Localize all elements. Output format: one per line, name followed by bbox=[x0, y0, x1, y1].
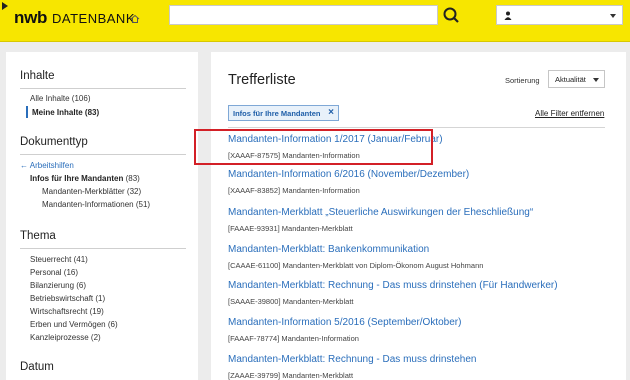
result-item: Mandanten-Information 6/2016 (November/D… bbox=[228, 169, 608, 195]
filter-item-merkblaetter[interactable]: Mandanten-Merkblätter (32) bbox=[42, 187, 141, 196]
result-meta: [SAAAE-39800] Mandanten-Merkblatt bbox=[228, 297, 354, 306]
corner-marker-icon bbox=[2, 2, 8, 10]
filter-item-thema[interactable]: Wirtschaftsrecht (19) bbox=[30, 307, 104, 316]
divider bbox=[20, 88, 186, 89]
filter-chip: Infos für Ihre Mandanten × bbox=[228, 105, 339, 121]
sort-value: Aktualität bbox=[555, 75, 586, 84]
result-title-link[interactable]: Mandanten-Information 6/2016 (November/D… bbox=[228, 169, 608, 180]
filter-sidebar: Inhalte Alle Inhalte (106) Meine Inhalte… bbox=[6, 52, 198, 380]
filter-item-thema[interactable]: Erben und Vermögen (6) bbox=[30, 320, 118, 329]
user-icon bbox=[504, 11, 512, 20]
result-meta: [ZAAAE-39799] Mandanten-Merkblatt bbox=[228, 371, 354, 380]
highlight-annotation bbox=[194, 129, 433, 165]
sort-label: Sortierung bbox=[505, 76, 540, 85]
result-meta: [XAAAF-83852] Mandanten-Information bbox=[228, 186, 360, 195]
filter-item-count: (83) bbox=[125, 174, 140, 183]
result-title-link[interactable]: Mandanten-Merkblatt: Bankenkommunikation bbox=[228, 244, 608, 255]
divider bbox=[20, 248, 186, 249]
result-item: Mandanten-Merkblatt „Steuerliche Auswirk… bbox=[228, 207, 608, 233]
section-title-inhalte: Inhalte bbox=[20, 70, 55, 82]
result-item: Mandanten-Merkblatt: Rechnung - Das muss… bbox=[228, 354, 608, 380]
result-item: Mandanten-Merkblatt: Bankenkommunikation… bbox=[228, 244, 608, 270]
logo[interactable]: nwb bbox=[14, 8, 47, 28]
search-icon bbox=[443, 7, 459, 23]
logo-subtitle[interactable]: DATENBANK bbox=[52, 11, 135, 26]
filter-item-informationen[interactable]: Mandanten-Informationen (51) bbox=[42, 200, 150, 209]
home-icon[interactable] bbox=[130, 14, 140, 24]
filter-item-thema[interactable]: Betriebswirtschaft (1) bbox=[30, 294, 105, 303]
result-meta: [FAAAE-93931] Mandanten-Merkblatt bbox=[228, 224, 353, 233]
sort-select[interactable]: Aktualität bbox=[548, 70, 605, 88]
section-title-dokumenttyp: Dokumenttyp bbox=[20, 136, 88, 148]
section-title-thema: Thema bbox=[20, 230, 56, 242]
result-meta: [CAAAE-61100] Mandanten-Merkblatt von Di… bbox=[228, 261, 484, 270]
close-icon[interactable]: × bbox=[328, 107, 334, 119]
search-button[interactable] bbox=[439, 5, 464, 25]
clear-filters-link[interactable]: Alle Filter entfernen bbox=[535, 109, 604, 118]
divider bbox=[228, 127, 605, 128]
chevron-down-icon bbox=[610, 14, 616, 18]
results-panel: Trefferliste Sortierung Aktualität Infos… bbox=[211, 52, 626, 380]
result-title-link[interactable]: Mandanten-Merkblatt: Rechnung - Das muss… bbox=[228, 280, 608, 291]
chevron-down-icon bbox=[593, 78, 599, 82]
filter-item-thema[interactable]: Steuerrecht (41) bbox=[30, 255, 88, 264]
page-title: Trefferliste bbox=[228, 72, 296, 88]
filter-item-thema[interactable]: Bilanzierung (6) bbox=[30, 281, 86, 290]
active-indicator bbox=[26, 106, 28, 118]
divider bbox=[20, 154, 186, 155]
search-input[interactable] bbox=[169, 5, 438, 25]
filter-item-thema[interactable]: Kanzleiprozesse (2) bbox=[30, 333, 101, 342]
back-link-arbeitshilfen[interactable]: ← Arbeitshilfen bbox=[20, 161, 74, 170]
filter-item-alle-inhalte[interactable]: Alle Inhalte (106) bbox=[30, 94, 90, 103]
result-title-link[interactable]: Mandanten-Merkblatt „Steuerliche Auswirk… bbox=[228, 207, 608, 218]
result-title-link[interactable]: Mandanten-Information 5/2016 (September/… bbox=[228, 317, 608, 328]
result-item: Mandanten-Merkblatt: Rechnung - Das muss… bbox=[228, 280, 608, 306]
result-item: Mandanten-Information 5/2016 (September/… bbox=[228, 317, 608, 343]
section-title-datum: Datum bbox=[20, 361, 54, 373]
filter-item-thema[interactable]: Personal (16) bbox=[30, 268, 78, 277]
filter-chip-label: Infos für Ihre Mandanten bbox=[233, 109, 321, 118]
result-title-link[interactable]: Mandanten-Merkblatt: Rechnung - Das muss… bbox=[228, 354, 608, 365]
filter-item-meine-inhalte[interactable]: Meine Inhalte (83) bbox=[32, 108, 99, 117]
user-menu[interactable] bbox=[496, 5, 623, 25]
filter-item-infos-mandanten[interactable]: Infos für Ihre Mandanten (83) bbox=[30, 174, 140, 183]
filter-item-label: Infos für Ihre Mandanten bbox=[30, 174, 124, 183]
result-meta: [FAAAF-78774] Mandanten-Information bbox=[228, 334, 359, 343]
top-bar: nwb DATENBANK bbox=[0, 0, 630, 42]
